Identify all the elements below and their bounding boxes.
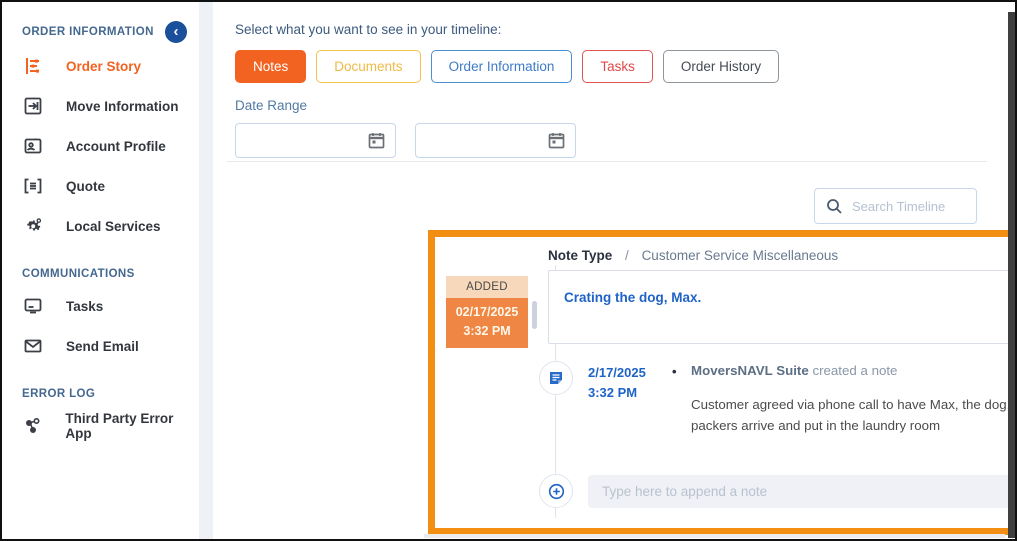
calendar-icon[interactable] [368,132,385,149]
search-icon [826,198,843,215]
local-services-icon [22,217,44,236]
date-range-label: Date Range [235,98,307,113]
event-status-badge: ADDED [446,276,528,298]
entry-meta: MoversNAVL Suite created a note [691,363,897,378]
sidebar-content-divider [199,2,213,539]
sidebar-item-third-party-error-app[interactable]: Third Party Error App [2,406,199,446]
sidebar-item-label: Local Services [66,219,161,234]
tasks-icon [22,297,44,315]
note-icon [548,370,564,386]
note-card[interactable]: Crating the dog, Max. PRIVATE [548,270,1017,344]
date-range-end-input[interactable] [415,123,576,158]
timeline-note-node [539,361,573,395]
sidebar-item-order-story[interactable]: Order Story [2,46,199,86]
network-icon [22,417,43,435]
timeline-highlight-panel: ADDED 02/17/2025 3:32 PM Note Type / Cus… [428,230,1017,535]
breadcrumb-value: Customer Service Miscellaneous [642,248,839,263]
sidebar-section-error-log: ERROR LOG [2,366,199,406]
breadcrumb-label: Note Type [548,248,612,263]
filter-tasks-button[interactable]: Tasks [582,50,653,83]
note-type-breadcrumb: Note Type / Customer Service Miscellaneo… [548,248,838,263]
note-title-link[interactable]: Crating the dog, Max. [564,290,701,305]
filter-notes-button[interactable]: Notes [235,50,306,83]
date-range-start-input[interactable] [235,123,396,158]
order-story-icon [22,57,44,75]
sidebar-section-communications: COMMUNICATIONS [2,246,199,286]
sidebar-item-label: Tasks [66,299,103,314]
move-information-icon [22,97,44,115]
append-note-node[interactable] [539,474,573,508]
timeline-filter-prompt: Select what you want to see in your time… [235,22,501,37]
sidebar-item-account-profile[interactable]: Account Profile [2,126,199,166]
send-email-icon [22,337,44,355]
sidebar-item-label: Send Email [66,339,139,354]
sidebar-item-label: Third Party Error App [65,411,199,441]
sidebar-item-label: Order Story [66,59,141,74]
event-timestamp: 02/17/2025 3:32 PM [446,298,528,348]
sidebar-item-label: Quote [66,179,105,194]
entry-timestamp: 2/17/2025 3:32 PM [588,363,646,403]
sidebar-collapse-button[interactable]: ‹ [165,21,187,43]
entry-bullet: • [672,364,677,379]
search-timeline-box[interactable] [814,188,977,224]
filter-documents-button[interactable]: Documents [316,50,420,83]
section-divider [227,161,987,162]
panel-scrollbar-thumb[interactable] [532,301,537,329]
app-window: ORDER INFORMATION ‹ Order Story [0,0,1017,541]
sidebar-item-tasks[interactable]: Tasks [2,286,199,326]
vertical-scrollbar[interactable] [1008,12,1015,538]
sidebar-item-send-email[interactable]: Send Email [2,326,199,366]
entry-action: created a note [812,363,897,378]
timeline-event-badge[interactable]: ADDED 02/17/2025 3:32 PM [446,276,528,348]
quote-icon [22,177,44,195]
sidebar-item-label: Move Information [66,99,179,114]
breadcrumb-separator: / [625,248,629,263]
timeline-page: Select what you want to see in your time… [213,2,1015,539]
append-note-input[interactable] [588,475,1017,508]
sidebar-section-order-information: ORDER INFORMATION [22,26,154,38]
sidebar-item-local-services[interactable]: Local Services [2,206,199,246]
sidebar: ORDER INFORMATION ‹ Order Story [2,2,199,539]
horizontal-scrollbar[interactable] [424,534,1005,538]
note-body-text: Customer agreed via phone call to have M… [691,394,1017,436]
calendar-icon[interactable] [548,132,565,149]
search-timeline-input[interactable] [852,199,967,214]
sidebar-item-move-information[interactable]: Move Information [2,86,199,126]
account-profile-icon [22,137,44,155]
timeline-filter-buttons: Notes Documents Order Information Tasks … [235,50,779,83]
sidebar-header: ORDER INFORMATION ‹ [2,2,199,46]
filter-order-history-button[interactable]: Order History [663,50,779,83]
sidebar-item-label: Account Profile [66,139,166,154]
plus-circle-icon [548,483,565,500]
sidebar-item-quote[interactable]: Quote [2,166,199,206]
filter-order-information-button[interactable]: Order Information [431,50,573,83]
entry-actor: MoversNAVL Suite [691,363,809,378]
